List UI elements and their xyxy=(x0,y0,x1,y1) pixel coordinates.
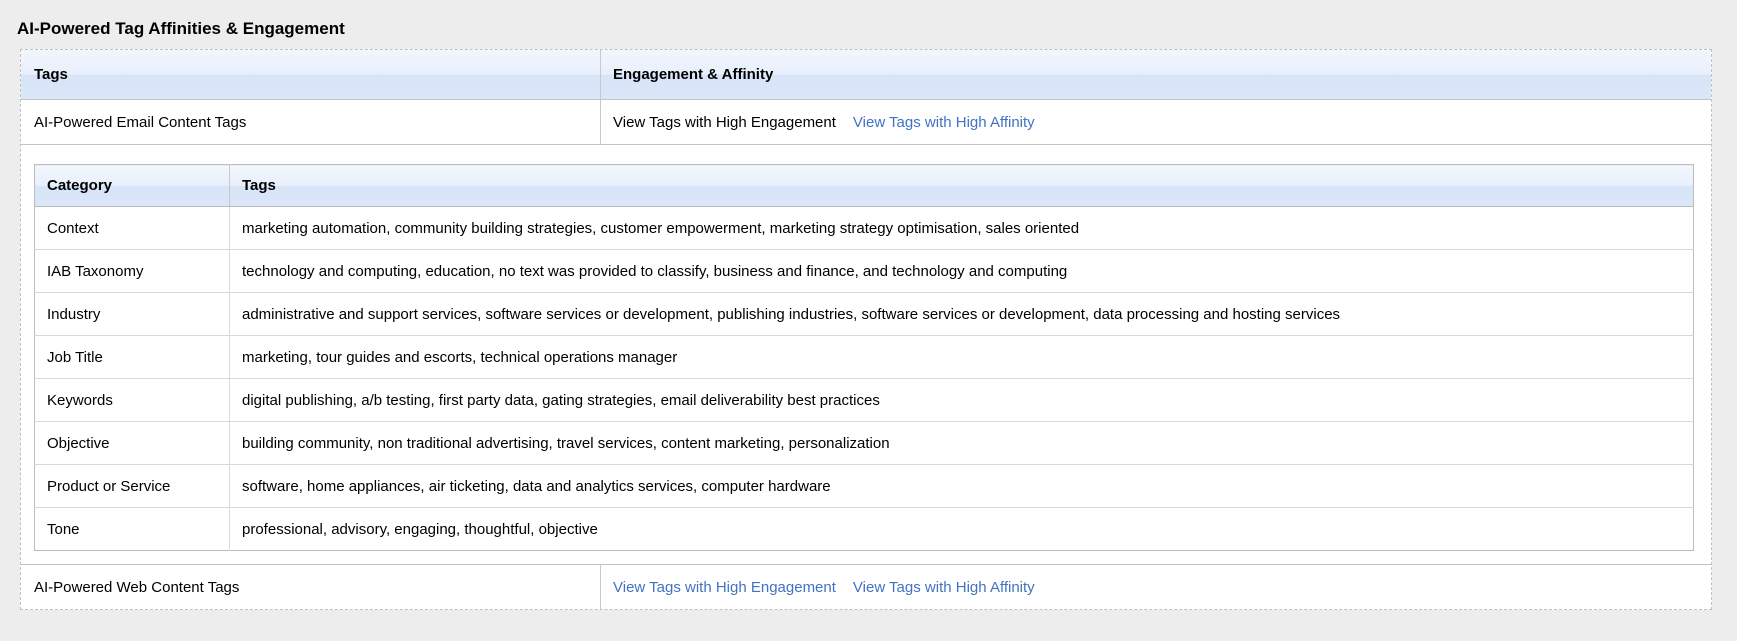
category-cell: Tone xyxy=(35,508,230,551)
table-row: Tone professional, advisory, engaging, t… xyxy=(35,508,1694,551)
tags-cell: digital publishing, a/b testing, first p… xyxy=(230,379,1694,422)
view-high-affinity-link[interactable]: View Tags with High Affinity xyxy=(853,114,1035,131)
tags-cell: professional, advisory, engaging, though… xyxy=(230,508,1694,551)
table-row: Context marketing automation, community … xyxy=(35,207,1694,250)
tags-cell: software, home appliances, air ticketing… xyxy=(230,465,1694,508)
table-row: Product or Service software, home applia… xyxy=(35,465,1694,508)
tags-cell: building community, non traditional adve… xyxy=(230,422,1694,465)
category-table-header-row: Category Tags xyxy=(35,165,1694,207)
category-cell: Context xyxy=(35,207,230,250)
email-content-tags-row: AI-Powered Email Content Tags View Tags … xyxy=(21,100,1711,145)
view-high-engagement-link-web[interactable]: View Tags with High Engagement xyxy=(613,579,836,596)
category-cell: Keywords xyxy=(35,379,230,422)
category-tags-table: Category Tags Context marketing automati… xyxy=(34,164,1694,551)
table-row: Objective building community, non tradit… xyxy=(35,422,1694,465)
tags-cell: administrative and support services, sof… xyxy=(230,293,1694,336)
email-content-tags-label: AI-Powered Email Content Tags xyxy=(21,100,601,144)
table-row: IAB Taxonomy technology and computing, e… xyxy=(35,250,1694,293)
category-cell: Objective xyxy=(35,422,230,465)
page-title: AI-Powered Tag Affinities & Engagement xyxy=(17,18,1737,40)
tags-cell: marketing, tour guides and escorts, tech… xyxy=(230,336,1694,379)
tags-cell: technology and computing, education, no … xyxy=(230,250,1694,293)
column-header-category: Category xyxy=(35,165,230,207)
web-content-tags-row: AI-Powered Web Content Tags View Tags wi… xyxy=(21,565,1711,609)
column-header-engagement-affinity: Engagement & Affinity xyxy=(601,66,1711,83)
table-row: Industry administrative and support serv… xyxy=(35,293,1694,336)
outer-table-header-row: Tags Engagement & Affinity xyxy=(21,50,1711,100)
column-header-tags: Tags xyxy=(21,50,601,99)
table-row: Job Title marketing, tour guides and esc… xyxy=(35,336,1694,379)
web-content-tags-label: AI-Powered Web Content Tags xyxy=(21,565,601,609)
view-high-affinity-link-web[interactable]: View Tags with High Affinity xyxy=(853,579,1035,596)
tags-cell: marketing automation, community building… xyxy=(230,207,1694,250)
category-cell: IAB Taxonomy xyxy=(35,250,230,293)
view-high-engagement-active-text: View Tags with High Engagement xyxy=(613,114,836,131)
category-cell: Job Title xyxy=(35,336,230,379)
column-header-tags-inner: Tags xyxy=(230,165,1694,207)
category-cell: Industry xyxy=(35,293,230,336)
category-table-container: Category Tags Context marketing automati… xyxy=(21,145,1711,565)
table-row: Keywords digital publishing, a/b testing… xyxy=(35,379,1694,422)
category-cell: Product or Service xyxy=(35,465,230,508)
tag-affinities-panel: Tags Engagement & Affinity AI-Powered Em… xyxy=(20,49,1712,610)
